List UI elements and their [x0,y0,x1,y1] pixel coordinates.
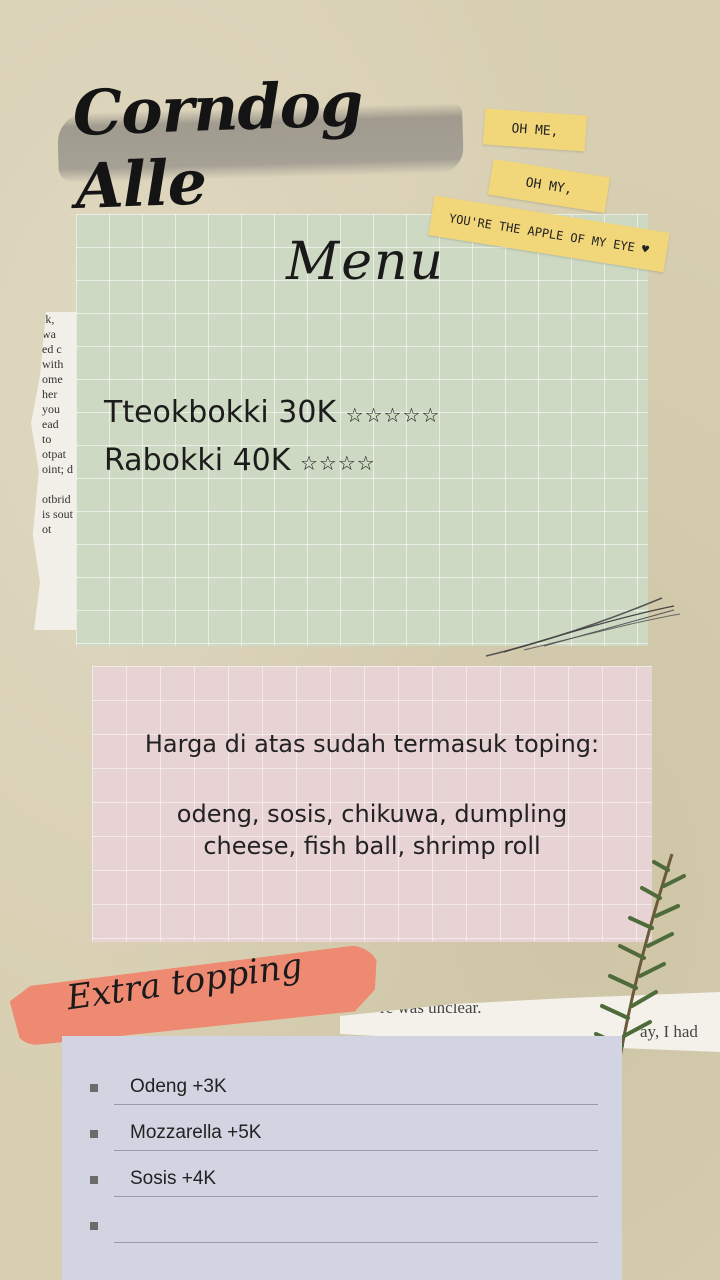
menu-item: Tteokbokki 30K ☆☆☆☆☆ [104,390,440,438]
list-item: Odeng +3K [62,1070,622,1116]
menu-item-text: Tteokbokki 30K [104,395,337,430]
menu-list: Tteokbokki 30K ☆☆☆☆☆ Rabokki 40K ☆☆☆☆ [104,390,440,486]
bullet-icon [90,1130,98,1138]
list-item [62,1208,622,1254]
tape-note: OH ME, [482,108,588,152]
topping-label: Odeng +3K [130,1076,227,1097]
star-rating-icon: ☆☆☆☆ [299,451,376,475]
bullet-icon [90,1176,98,1184]
included-toppings-intro: Harga di atas sudah termasuk toping: [144,730,600,758]
divider [114,1196,598,1197]
page-title: Corndog Alle [71,66,364,223]
list-item: Mozzarella +5K [62,1116,622,1162]
bullet-icon [90,1084,98,1092]
divider [114,1242,598,1243]
menu-item-text: Rabokki 40K [104,443,291,478]
topping-label: Sosis +4K [130,1168,217,1189]
star-rating-icon: ☆☆☆☆☆ [345,403,441,427]
scribble-icon [485,597,681,657]
menu-item: Rabokki 40K ☆☆☆☆ [104,438,440,486]
divider [114,1150,598,1151]
included-toppings-line: odeng, sosis, chikuwa, dumpling [176,800,568,828]
divider [114,1104,598,1105]
included-toppings-line: cheese, fish ball, shrimp roll [203,832,541,860]
topping-label: Mozzarella +5K [130,1122,262,1143]
list-item: Sosis +4K [62,1162,622,1208]
extra-topping-card: Odeng +3K Mozzarella +5K Sosis +4K [62,1036,622,1280]
menu-heading: Menu [286,232,445,292]
bullet-icon [90,1222,98,1230]
